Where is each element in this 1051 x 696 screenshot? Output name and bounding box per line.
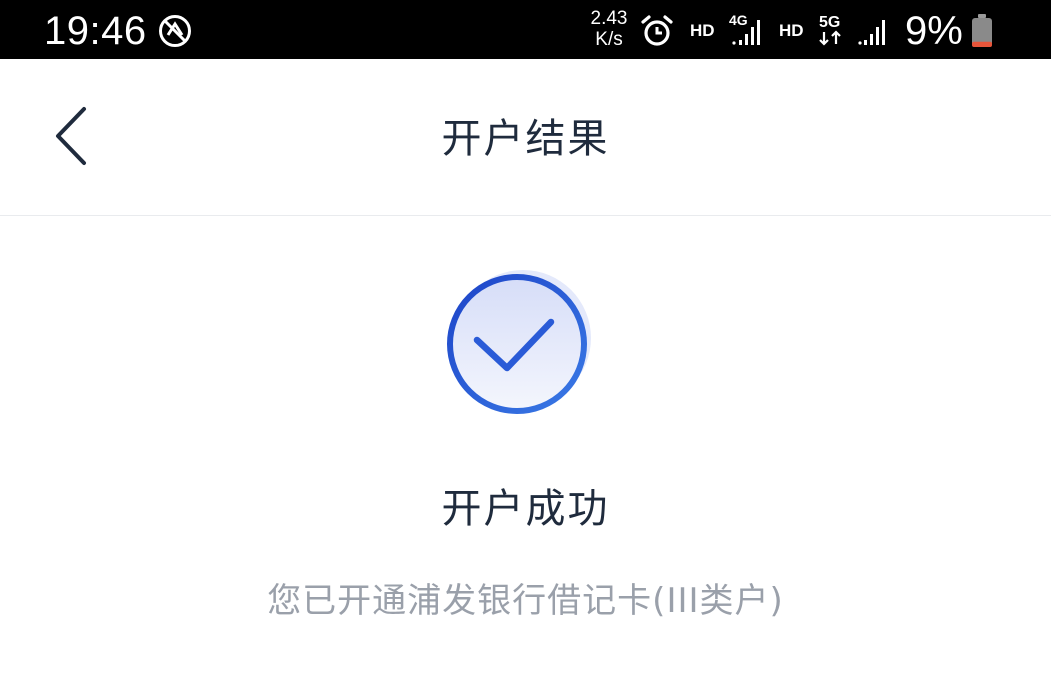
network-speed-unit: K/s [595,29,623,50]
status-time: 19:46 [44,9,147,53]
battery-percent: 9% [905,9,963,53]
nav-bar: 开户结果 [0,59,1051,216]
battery-icon [972,14,992,47]
dnd-icon [159,15,191,47]
network-type-1: 4G [729,12,748,28]
signal-icon-1: 4G [729,12,760,45]
hd-label-2: HD [779,21,804,40]
alarm-icon [641,15,673,46]
network-speed: 2.43 K/s [586,8,632,50]
signal-icon-2 [858,20,885,45]
check-circle-icon [447,270,591,414]
network-type-2: 5G [819,14,840,31]
result-title: 开户成功 [441,486,610,532]
page-title: 开户结果 [441,116,610,162]
network-speed-value: 2.43 [590,8,628,29]
hd-label-1: HD [690,21,715,40]
network-5g-icon: 5G [819,14,841,46]
result-description: 您已开通浦发银行借记卡(III类户) [267,581,784,621]
status-bar: 19:46 2.43 K/s HD 4G HD 5G 9% [0,0,1051,59]
